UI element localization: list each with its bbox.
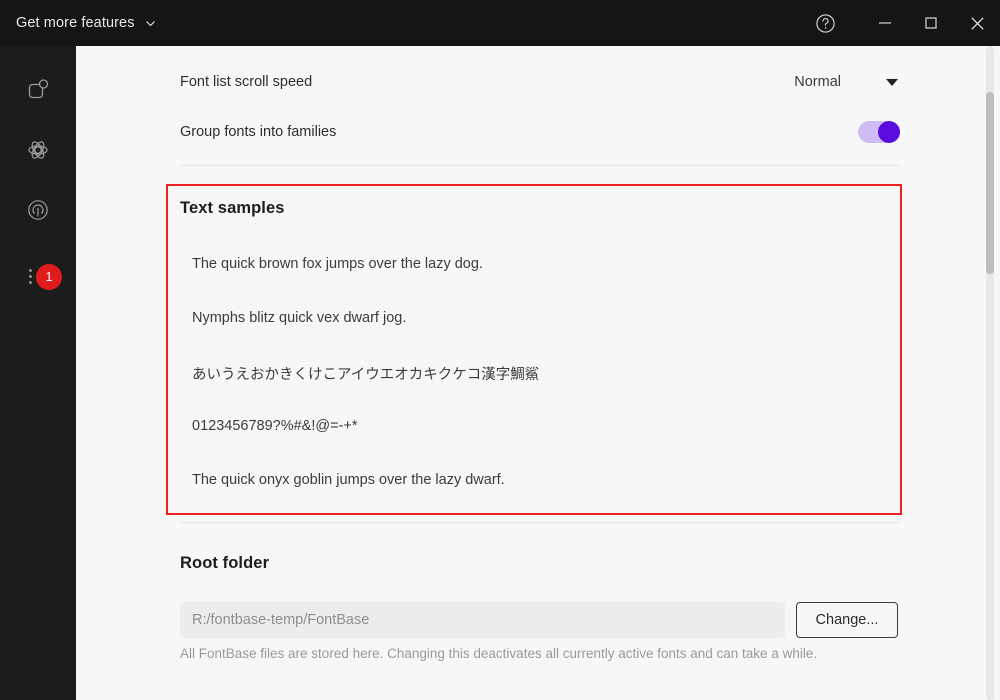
group-families-label: Group fonts into families: [180, 124, 337, 140]
setting-row-scroll-speed: Font list scroll speed Normal: [180, 74, 900, 90]
minimize-button[interactable]: [862, 0, 908, 46]
setting-row-group-families: Group fonts into families: [180, 121, 900, 143]
maximize-icon: [922, 14, 940, 32]
scroll-speed-dropdown[interactable]: Normal: [794, 74, 900, 90]
scroll-speed-label: Font list scroll speed: [180, 74, 313, 90]
root-folder-title: Root folder: [180, 554, 270, 572]
close-button[interactable]: [954, 0, 1000, 46]
more-vertical-icon: [28, 268, 32, 284]
minimize-icon: [876, 14, 894, 32]
group-families-toggle[interactable]: [858, 121, 900, 143]
sidebar-item-activation[interactable]: [0, 180, 76, 240]
text-samples-title: Text samples: [180, 199, 285, 217]
sidebar-item-more[interactable]: 1: [0, 246, 76, 306]
notification-badge: 1: [36, 264, 62, 290]
scrollbar-track[interactable]: [986, 46, 994, 700]
text-sample-4[interactable]: 0123456789?%#&!@=-+*: [192, 418, 358, 434]
text-sample-3[interactable]: あいうえおかきくけこアイウエオカキクケコ漢字鯛鯊: [192, 363, 539, 384]
change-root-folder-button[interactable]: Change...: [796, 602, 898, 638]
text-sample-5[interactable]: The quick onyx goblin jumps over the laz…: [192, 472, 505, 488]
caret-down-icon: [886, 78, 898, 86]
title-bar: Get more features: [0, 0, 1000, 46]
divider: [180, 165, 900, 166]
divider: [180, 522, 900, 523]
get-more-features-label: Get more features: [16, 15, 135, 31]
chevron-down-icon: [144, 17, 157, 30]
text-samples-highlight: [166, 184, 902, 515]
sidebar-item-collections[interactable]: [0, 60, 76, 120]
close-icon: [968, 14, 987, 33]
sidebar-item-awesome[interactable]: [0, 120, 76, 180]
scrollbar-thumb[interactable]: [986, 92, 994, 274]
root-folder-hint: All FontBase files are stored here. Chan…: [180, 646, 818, 661]
toggle-knob: [878, 121, 900, 143]
app-window: Get more features 1 Font list scroll spe…: [0, 0, 1000, 700]
text-sample-2[interactable]: Nymphs blitz quick vex dwarf jog.: [192, 310, 406, 326]
maximize-button[interactable]: [908, 0, 954, 46]
sidebar: 1: [0, 46, 76, 700]
scroll-speed-value: Normal: [794, 74, 841, 90]
window-controls: [802, 0, 1000, 46]
help-button[interactable]: [802, 0, 848, 46]
text-sample-1[interactable]: The quick brown fox jumps over the lazy …: [192, 256, 483, 272]
collection-add-icon: [24, 76, 52, 104]
help-circle-icon: [815, 13, 836, 34]
atom-icon: [24, 136, 52, 164]
get-more-features-menu[interactable]: Get more features: [0, 0, 157, 46]
settings-content: Font list scroll speed Normal Group font…: [76, 46, 1000, 700]
root-folder-path-input[interactable]: R:/fontbase-temp/FontBase: [180, 602, 785, 638]
broadcast-target-icon: [24, 196, 52, 224]
